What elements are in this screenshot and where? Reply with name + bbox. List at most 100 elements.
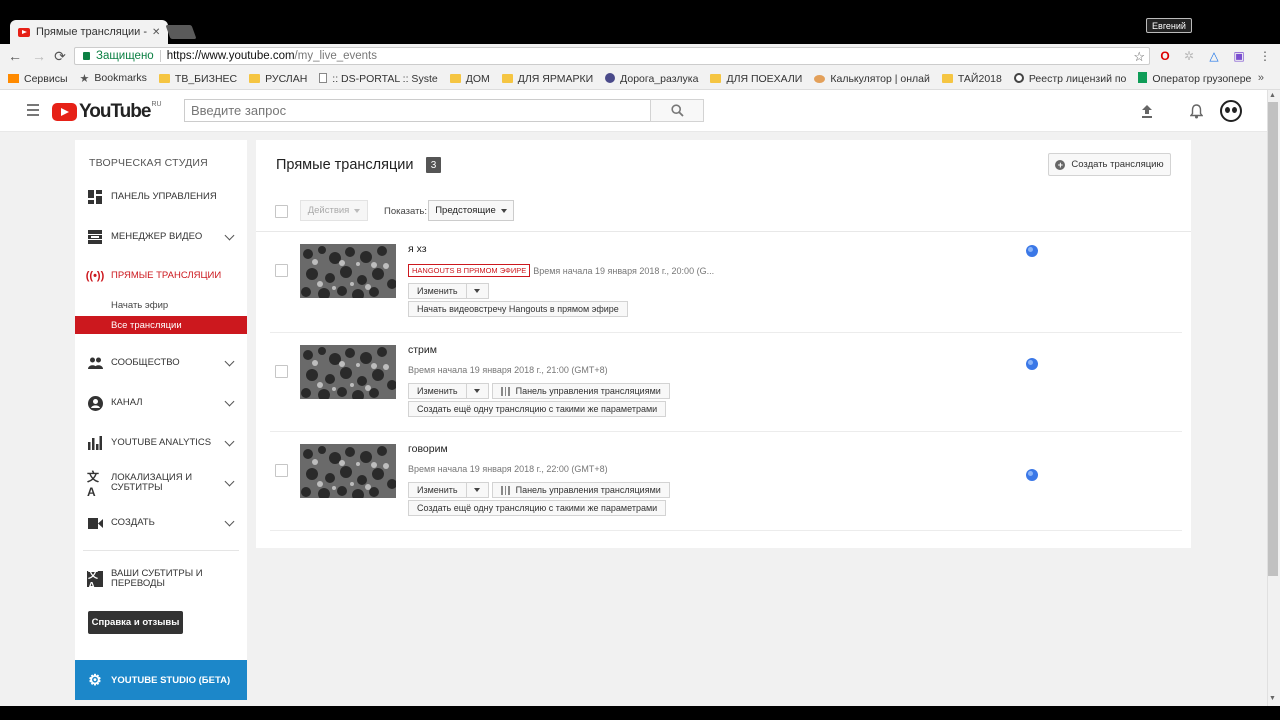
- nav-community[interactable]: СООБЩЕСТВО: [75, 349, 247, 377]
- event-thumbnail[interactable]: [300, 345, 396, 399]
- extension-square-icon[interactable]: ▣: [1231, 48, 1247, 64]
- url-divider: [159, 50, 161, 62]
- analytics-bars-icon: [87, 435, 103, 451]
- browser-menu-icon[interactable]: ⋮: [1257, 48, 1273, 64]
- forward-arrow-icon[interactable]: →: [30, 47, 48, 65]
- scroll-down-arrow-icon[interactable]: ▼: [1269, 695, 1276, 702]
- edit-menu-button[interactable]: [466, 482, 489, 498]
- duplicate-stream-button[interactable]: Создать ещё одну трансляцию с такими же …: [408, 500, 667, 516]
- edit-button[interactable]: Изменить: [408, 482, 467, 498]
- caret-down-icon: [354, 208, 361, 213]
- bookmark-item[interactable]: ★ Bookmarks: [80, 72, 147, 85]
- profile-badge[interactable]: Евгений: [1146, 18, 1192, 33]
- bookmark-item[interactable]: ДОМ: [449, 73, 490, 85]
- edit-button[interactable]: Изменить: [408, 283, 467, 299]
- show-filter-select[interactable]: Предстоящие: [428, 200, 514, 221]
- stream-dashboard-button[interactable]: Панель управления трансляциями: [491, 482, 670, 498]
- folder-icon: [941, 73, 953, 83]
- actions-dropdown[interactable]: Действия: [300, 200, 368, 221]
- duplicate-stream-button[interactable]: Создать ещё одну трансляцию с такими же …: [408, 401, 667, 417]
- edit-menu-button[interactable]: [466, 283, 489, 299]
- create-stream-button[interactable]: + Создать трансляцию: [1048, 153, 1171, 176]
- search-button[interactable]: [650, 99, 704, 122]
- bookmark-item[interactable]: ДЛЯ ЯРМАРКИ: [501, 73, 593, 85]
- nav-dashboard[interactable]: ПАНЕЛЬ УПРАВЛЕНИЯ: [75, 183, 247, 211]
- bookmark-item[interactable]: Оператор грузопере: [1138, 72, 1251, 85]
- event-title[interactable]: стрим: [408, 344, 437, 356]
- row-divider: [270, 332, 1182, 333]
- star-icon: ★: [79, 73, 90, 85]
- event-thumbnail[interactable]: [300, 244, 396, 298]
- tab-close-icon[interactable]: ✕: [152, 27, 160, 38]
- bookmark-item[interactable]: Сервисы: [8, 73, 68, 85]
- youtube-studio-beta-button[interactable]: ⚙ YOUTUBE STUDIO (БЕТА): [75, 660, 247, 700]
- bookmark-item[interactable]: РУСЛАН: [249, 73, 307, 85]
- edit-menu-button[interactable]: [466, 383, 489, 399]
- chevron-down-icon: [224, 476, 235, 487]
- new-tab-button[interactable]: [165, 25, 197, 39]
- scroll-up-arrow-icon[interactable]: ▲: [1269, 92, 1276, 99]
- start-hangout-button[interactable]: Начать видеовстречу Hangouts в прямом эф…: [408, 301, 628, 317]
- event-secondary-actions: Создать ещё одну трансляцию с такими же …: [408, 401, 667, 417]
- bookmark-item[interactable]: ТАЙ2018: [941, 73, 1002, 85]
- youtube-play-icon: [52, 103, 77, 121]
- extension-gear-icon[interactable]: ✲: [1181, 48, 1197, 64]
- event-checkbox[interactable]: [275, 264, 288, 277]
- bookmark-star-icon[interactable]: ☆: [1133, 49, 1145, 65]
- folder-icon: [710, 73, 722, 83]
- page-icon: [319, 72, 328, 83]
- folder-icon: [501, 73, 513, 83]
- nav-go-live[interactable]: Начать эфир: [111, 300, 168, 311]
- bookmarks-more-icon[interactable]: »: [1258, 72, 1264, 84]
- bookmark-item[interactable]: Дорога_разлука: [605, 72, 698, 85]
- select-all-checkbox[interactable]: [275, 205, 288, 218]
- public-globe-icon: [1026, 469, 1038, 481]
- browser-tab-active[interactable]: Прямые трансляции - YouTube ✕: [10, 20, 168, 44]
- event-title[interactable]: говорим: [408, 443, 448, 455]
- nav-channel[interactable]: КАНАЛ: [75, 389, 247, 417]
- reload-icon[interactable]: ⟳: [51, 47, 69, 65]
- lock-icon: [83, 52, 90, 60]
- logo-region: RU: [151, 101, 162, 108]
- event-start-time: Время начала 19 января 2018 г., 22:00 (G…: [408, 464, 608, 474]
- youtube-logo[interactable]: YouTube RU: [52, 101, 162, 123]
- drive-triangle-icon[interactable]: △: [1206, 48, 1222, 64]
- stream-dashboard-button[interactable]: Панель управления трансляциями: [491, 383, 670, 399]
- event-checkbox[interactable]: [275, 365, 288, 378]
- account-avatar[interactable]: [1220, 100, 1242, 122]
- calculator-icon: [814, 74, 826, 83]
- live-broadcast-icon: ((•)): [85, 270, 105, 282]
- event-secondary-actions: Создать ещё одну трансляцию с такими же …: [408, 500, 667, 516]
- edit-button[interactable]: Изменить: [408, 383, 467, 399]
- nav-your-subtitles[interactable]: 文A ВАШИ СУБТИТРЫ И ПЕРЕВОДЫ: [75, 565, 247, 593]
- notifications-bell-icon[interactable]: [1186, 101, 1206, 121]
- event-title[interactable]: я хз: [408, 243, 427, 255]
- event-checkbox[interactable]: [275, 464, 288, 477]
- nav-all-streams[interactable]: Все трансляции: [75, 316, 247, 334]
- studio-title: ТВОРЧЕСКАЯ СТУДИЯ: [89, 157, 208, 169]
- event-start-time: Время начала 19 января 2018 г., 21:00 (G…: [408, 365, 608, 375]
- nav-video-manager[interactable]: МЕНЕДЖЕР ВИДЕО: [75, 223, 247, 251]
- search-input[interactable]: [184, 99, 651, 122]
- nav-analytics[interactable]: YOUTUBE ANALYTICS: [75, 429, 247, 457]
- bookmark-item[interactable]: ДЛЯ ПОЕХАЛИ: [710, 73, 802, 85]
- help-feedback-button[interactable]: Справка и отзывы: [88, 611, 183, 634]
- upload-icon[interactable]: [1137, 101, 1157, 121]
- nav-create[interactable]: СОЗДАТЬ: [75, 509, 247, 537]
- live-events-panel: [256, 140, 1191, 548]
- nav-localization[interactable]: 文A ЛОКАЛИЗАЦИЯ И СУБТИТРЫ: [75, 469, 247, 499]
- event-thumbnail[interactable]: [300, 444, 396, 498]
- scrollbar-thumb[interactable]: [1268, 102, 1278, 576]
- translate-icon: 文A: [87, 469, 100, 499]
- bookmark-item[interactable]: :: DS-PORTAL :: Syste: [319, 72, 438, 85]
- bookmark-item[interactable]: ТВ_БИЗНЕС: [158, 73, 237, 85]
- bookmark-item[interactable]: Калькулятор | онлай: [814, 73, 930, 85]
- bookmark-item[interactable]: Реестр лицензий по: [1013, 72, 1126, 85]
- opera-extension-icon[interactable]: O: [1157, 48, 1173, 64]
- back-arrow-icon[interactable]: ←: [6, 47, 24, 65]
- address-bar[interactable]: Защищено https://www.youtube.com /my_liv…: [74, 47, 1150, 65]
- event-actions: Изменить: [408, 283, 489, 299]
- nav-live-streams[interactable]: ((•)) ПРЯМЫЕ ТРАНСЛЯЦИИ: [75, 262, 247, 290]
- hamburger-menu-icon[interactable]: [27, 104, 39, 116]
- dashboard-icon: [87, 189, 103, 205]
